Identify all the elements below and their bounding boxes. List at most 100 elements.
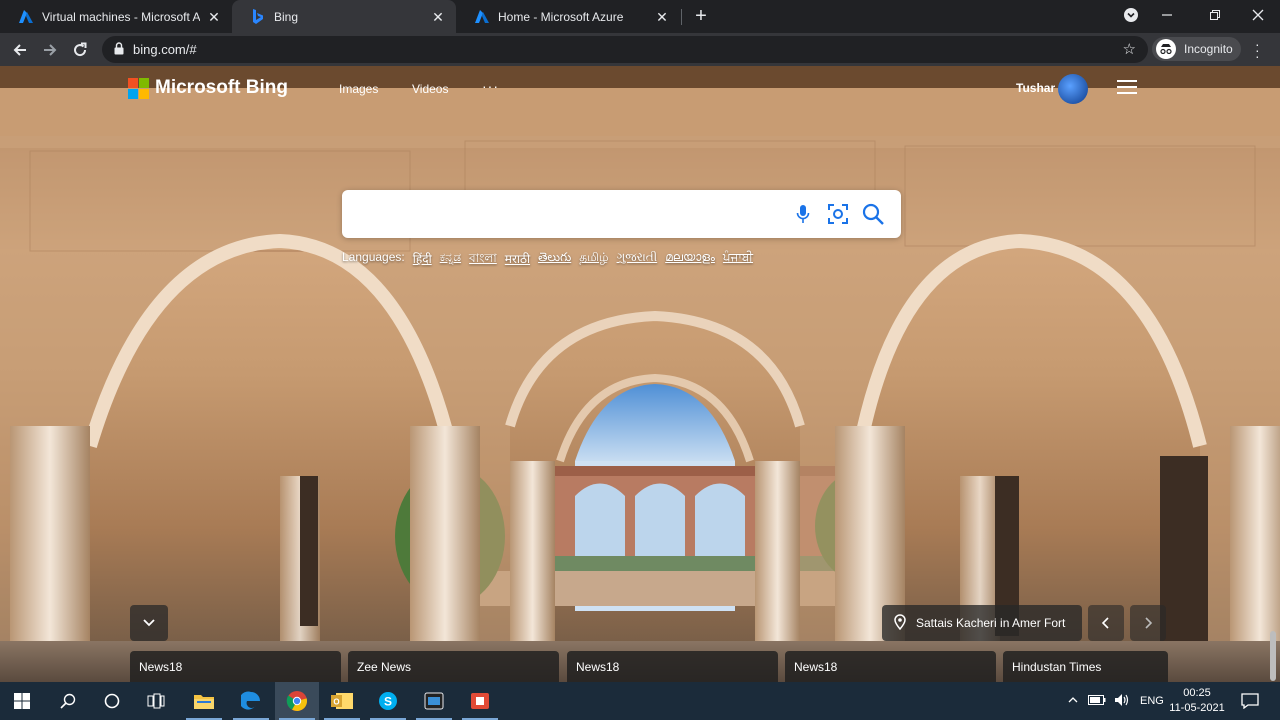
tab-search-button[interactable] bbox=[1111, 0, 1151, 30]
file-explorer-icon[interactable] bbox=[182, 682, 226, 720]
news-card[interactable]: News18 bbox=[785, 651, 996, 682]
language-link-bengali[interactable]: বাংলা bbox=[469, 250, 497, 270]
microsoft-logo-icon bbox=[128, 77, 149, 99]
edge-icon[interactable] bbox=[229, 682, 273, 720]
news-source: Zee News bbox=[357, 660, 412, 674]
back-button[interactable] bbox=[7, 37, 33, 63]
hamburger-menu-icon[interactable] bbox=[1117, 80, 1137, 96]
language-link-tamil[interactable]: தமிழ் bbox=[579, 250, 608, 270]
lock-icon[interactable] bbox=[114, 42, 124, 60]
volume-icon[interactable] bbox=[1114, 693, 1130, 710]
azure-icon bbox=[18, 9, 34, 25]
clock-time: 00:25 bbox=[1183, 687, 1211, 699]
news-card[interactable]: Hindustan Times bbox=[1003, 651, 1168, 682]
language-link-gujarati[interactable]: ગુજરાતી bbox=[617, 250, 658, 270]
search-icon[interactable] bbox=[46, 682, 90, 720]
avatar[interactable] bbox=[1058, 74, 1088, 104]
windows-taskbar: O S ENG 00:25 11-05-2021 bbox=[0, 682, 1280, 720]
cortana-icon[interactable] bbox=[90, 682, 134, 720]
news-card[interactable]: Zee News bbox=[348, 651, 559, 682]
news-source: News18 bbox=[576, 660, 620, 674]
restore-button[interactable] bbox=[1195, 0, 1235, 30]
more-options-button[interactable]: ··· bbox=[482, 78, 499, 94]
tab-separator bbox=[681, 9, 682, 25]
location-pin-icon bbox=[894, 613, 906, 633]
page-scrollbar[interactable] bbox=[1270, 631, 1276, 681]
bing-icon bbox=[250, 8, 266, 25]
chrome-icon[interactable] bbox=[275, 682, 319, 720]
arrow-right-icon bbox=[44, 44, 57, 56]
chevron-down-icon bbox=[143, 619, 155, 627]
nav-images-link[interactable]: Images bbox=[339, 82, 378, 96]
address-bar[interactable]: bing.com/# ☆ bbox=[102, 36, 1148, 63]
restore-icon bbox=[1210, 10, 1220, 20]
next-image-button[interactable] bbox=[1130, 605, 1166, 641]
close-icon[interactable]: ✕ bbox=[654, 9, 670, 25]
close-icon[interactable]: ✕ bbox=[206, 9, 222, 25]
windows-start-icon[interactable] bbox=[0, 682, 44, 720]
notification-center-icon[interactable] bbox=[1228, 682, 1272, 720]
news-source: Hindustan Times bbox=[1012, 660, 1102, 674]
user-name[interactable]: Tushar bbox=[1016, 81, 1055, 95]
language-link-telugu[interactable]: తెలుగు bbox=[538, 250, 571, 270]
close-window-button[interactable] bbox=[1238, 0, 1278, 30]
reload-button[interactable] bbox=[67, 37, 93, 63]
news-source: News18 bbox=[794, 660, 838, 674]
battery-icon[interactable] bbox=[1088, 694, 1106, 708]
task-view-icon[interactable] bbox=[134, 682, 178, 720]
recorder-icon[interactable] bbox=[458, 682, 502, 720]
image-location-text: Sattais Kacheri in Amer Fort bbox=[916, 616, 1066, 630]
skype-icon[interactable]: S bbox=[366, 682, 410, 720]
input-language[interactable]: ENG bbox=[1140, 695, 1164, 707]
svg-text:O: O bbox=[333, 698, 339, 707]
incognito-badge[interactable]: Incognito bbox=[1152, 37, 1241, 61]
image-info-button[interactable]: Sattais Kacheri in Amer Fort bbox=[882, 605, 1082, 641]
tab-title: Bing bbox=[274, 9, 299, 24]
background-image bbox=[0, 66, 1280, 682]
tab-title: Virtual machines - Microsoft Azure bbox=[42, 9, 200, 24]
svg-text:S: S bbox=[384, 695, 392, 709]
terminal-icon[interactable] bbox=[412, 682, 456, 720]
new-tab-button[interactable]: + bbox=[690, 5, 712, 27]
reload-icon bbox=[74, 42, 87, 57]
close-icon[interactable]: ✕ bbox=[430, 9, 446, 25]
languages-row: Languages: हिंदी ಕನ್ನಡ বাংলা मराठी తెలుగ… bbox=[342, 250, 753, 270]
tab-bing[interactable]: Bing ✕ bbox=[232, 0, 456, 33]
chevron-up-icon[interactable] bbox=[1068, 695, 1078, 707]
browser-menu-button[interactable]: · · · bbox=[1255, 37, 1260, 63]
arrow-left-icon bbox=[13, 44, 26, 56]
visual-search-icon[interactable] bbox=[826, 202, 850, 226]
expand-feed-button[interactable] bbox=[130, 605, 168, 641]
bing-logo[interactable]: Microsoft Bing bbox=[128, 77, 288, 99]
language-link-marathi[interactable]: मराठी bbox=[505, 250, 530, 270]
language-link-punjabi[interactable]: ਪੰਜਾਬੀ bbox=[723, 250, 753, 270]
forward-button[interactable] bbox=[37, 37, 63, 63]
profile-label: Incognito bbox=[1184, 42, 1233, 56]
language-link-malayalam[interactable]: മലയാളം bbox=[665, 250, 715, 270]
minimize-button[interactable] bbox=[1147, 0, 1187, 30]
language-link-hindi[interactable]: हिंदी bbox=[413, 250, 432, 270]
nav-videos-link[interactable]: Videos bbox=[412, 82, 448, 96]
microphone-icon[interactable] bbox=[791, 202, 815, 226]
bookmark-star-icon[interactable]: ☆ bbox=[1123, 40, 1136, 58]
tab-virtual-machines[interactable]: Virtual machines - Microsoft Azure ✕ bbox=[0, 0, 232, 33]
chevron-left-icon bbox=[1101, 617, 1109, 629]
system-tray: ENG bbox=[1068, 682, 1164, 720]
chevron-right-icon bbox=[1145, 617, 1153, 629]
chevron-down-icon bbox=[1124, 8, 1138, 22]
language-link-kannada[interactable]: ಕನ್ನಡ bbox=[440, 250, 461, 270]
outlook-icon[interactable]: O bbox=[320, 682, 364, 720]
clock-date: 11-05-2021 bbox=[1169, 702, 1225, 714]
tab-title: Home - Microsoft Azure bbox=[498, 9, 624, 24]
system-clock[interactable]: 00:25 11-05-2021 bbox=[1168, 686, 1226, 716]
news-card[interactable]: News18 bbox=[130, 651, 341, 682]
azure-icon bbox=[474, 9, 490, 25]
search-input[interactable] bbox=[358, 202, 778, 226]
previous-image-button[interactable] bbox=[1088, 605, 1124, 641]
search-box bbox=[342, 190, 901, 238]
minimize-icon bbox=[1162, 14, 1172, 16]
languages-label: Languages: bbox=[342, 250, 405, 264]
news-card[interactable]: News18 bbox=[567, 651, 778, 682]
search-icon[interactable] bbox=[861, 202, 885, 226]
tab-azure-home[interactable]: Home - Microsoft Azure ✕ bbox=[456, 0, 680, 33]
